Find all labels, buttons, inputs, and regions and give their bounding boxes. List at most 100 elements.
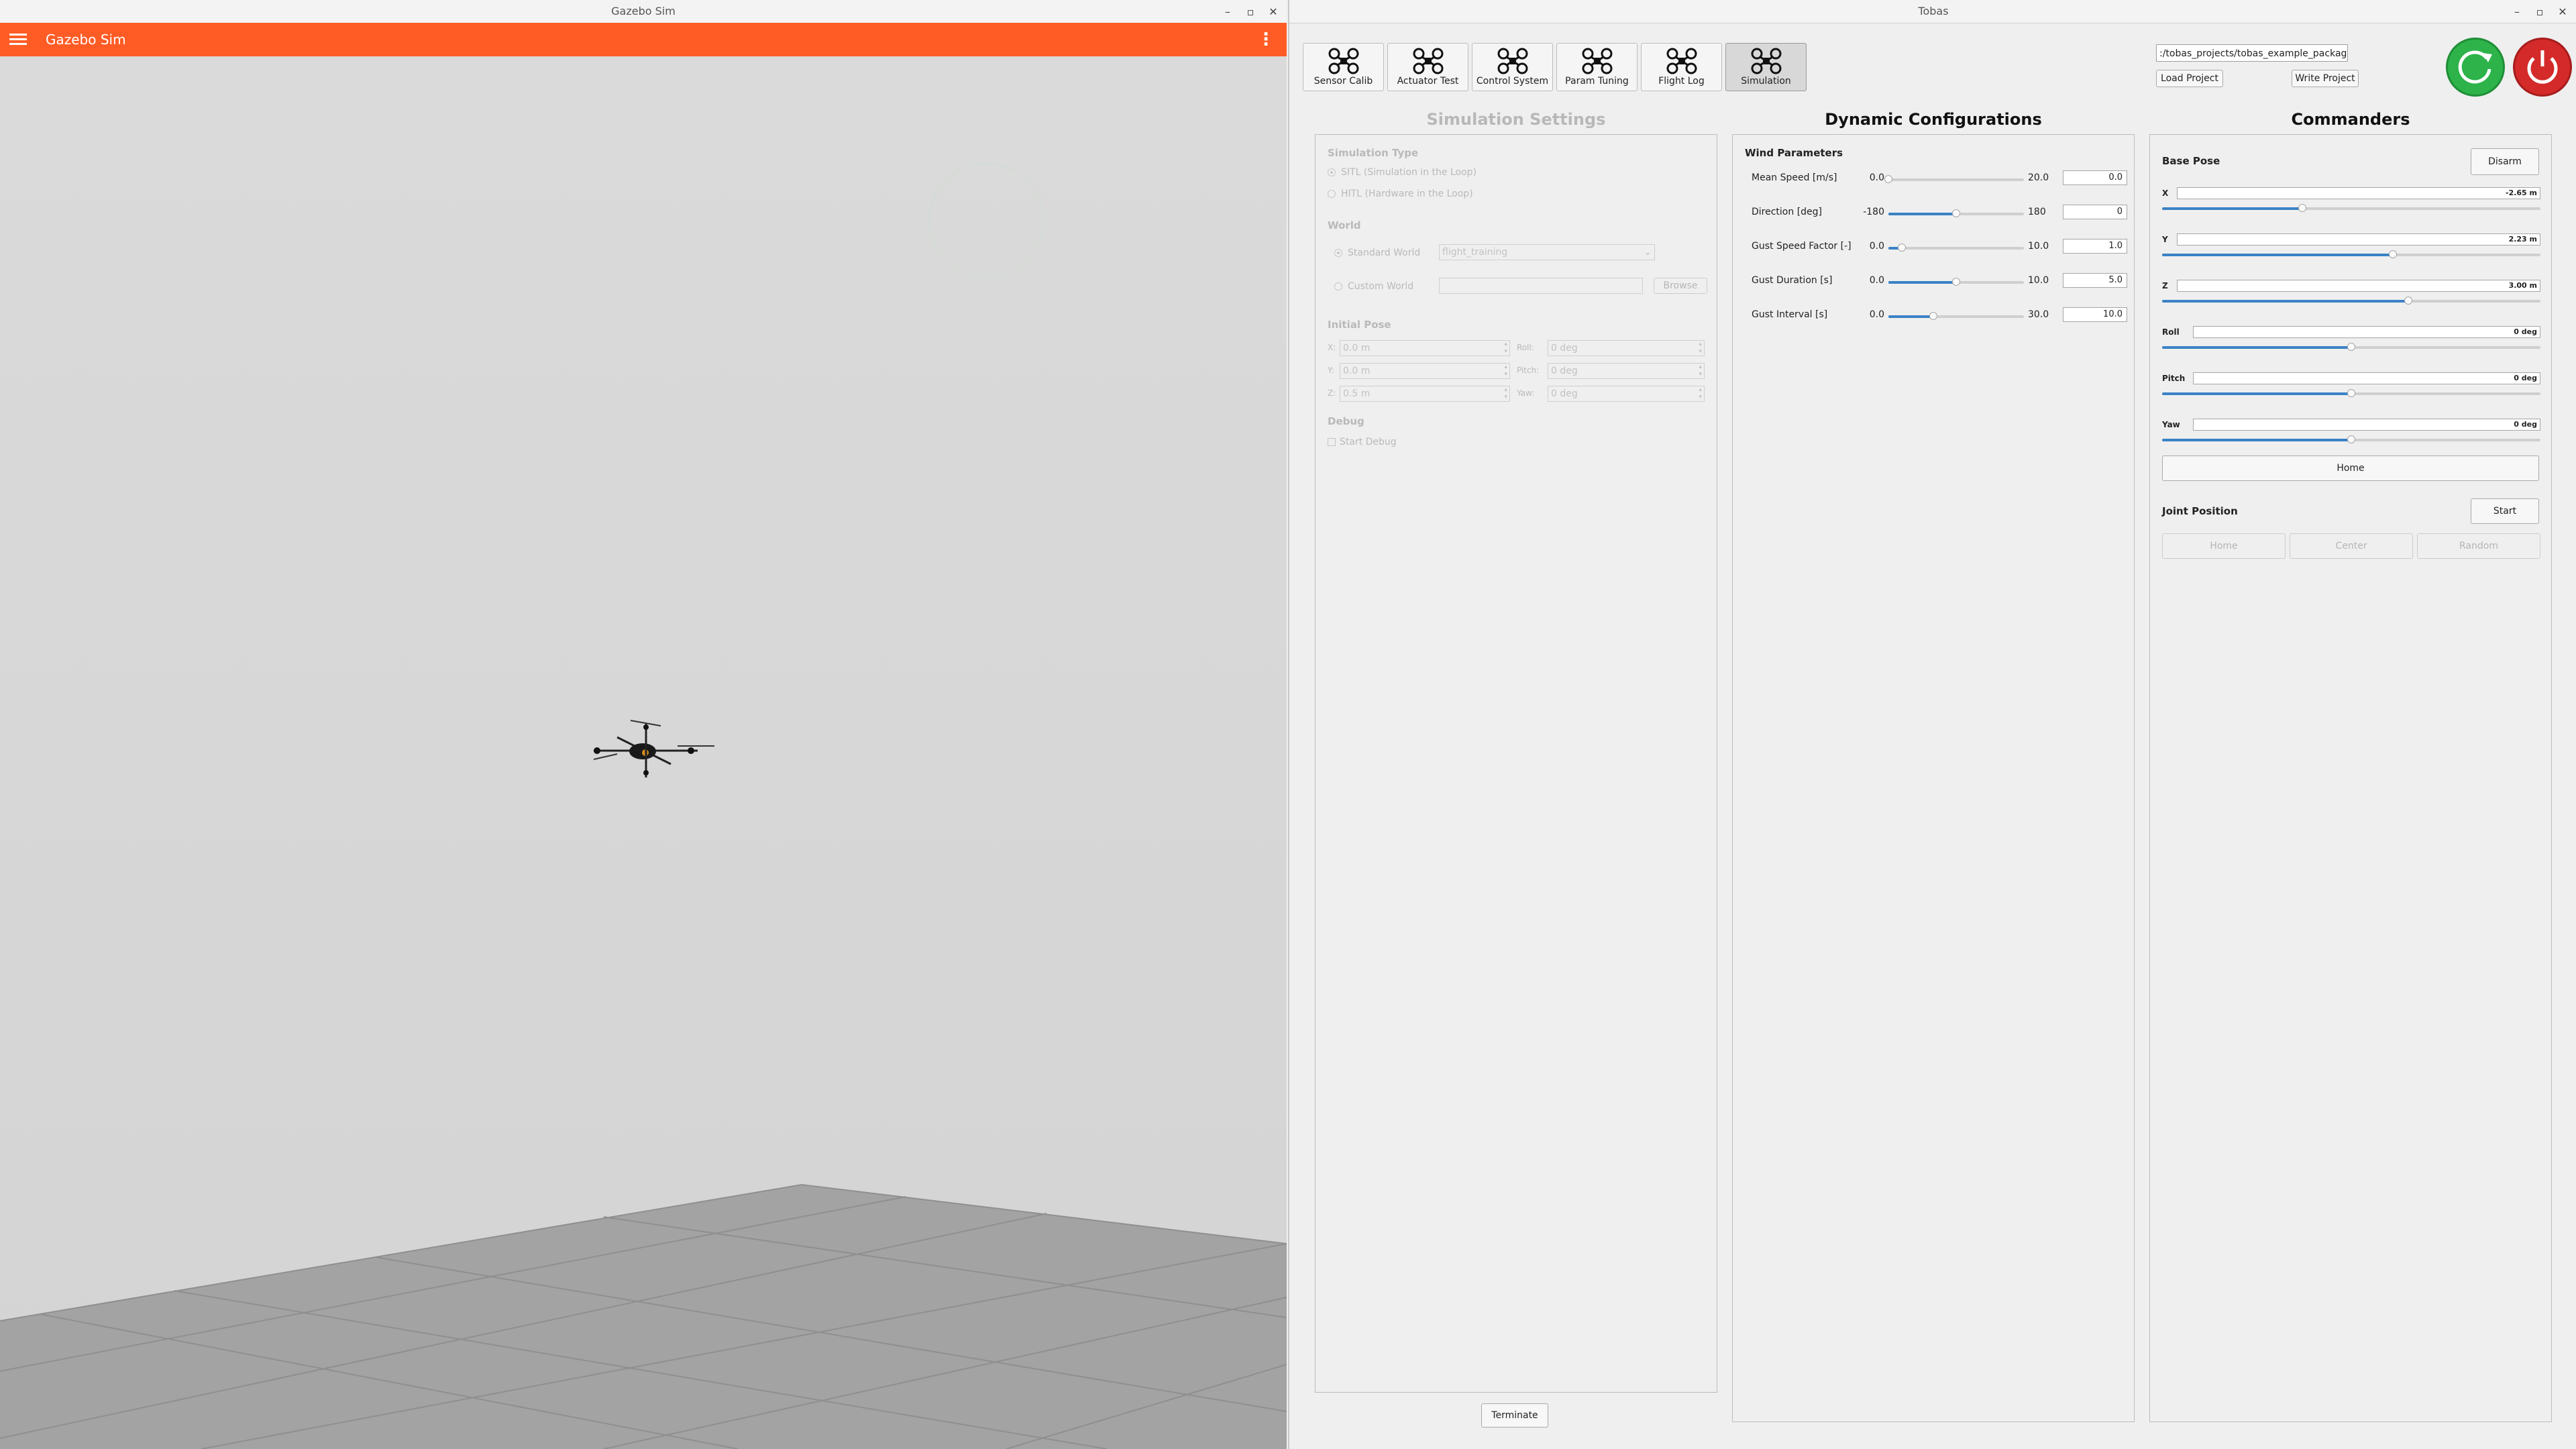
hamburger-menu-icon[interactable]: [9, 31, 27, 48]
disarm-button[interactable]: Disarm: [2471, 148, 2539, 175]
minimize-icon[interactable]: –: [1222, 5, 1233, 18]
pose-x-spinbox[interactable]: 0.0 m ▴ ▾: [1340, 340, 1510, 356]
gust-speed-factor-slider[interactable]: [1888, 244, 2024, 252]
standard-world-label: Standard World: [1348, 248, 1421, 258]
drone-icon: [1582, 48, 1612, 74]
gust-duration-s-slider[interactable]: [1888, 278, 2024, 286]
browse-button[interactable]: Browse: [1654, 278, 1707, 294]
axis-yaw-label: Yaw: [2162, 420, 2180, 429]
pose-yaw-spinbox[interactable]: 0 deg ▴ ▾: [1548, 386, 1705, 402]
close-icon[interactable]: ✕: [1268, 5, 1279, 18]
simulation-type-label: Simulation Type: [1328, 147, 1419, 159]
gust-duration-s-slider-fill: [1888, 281, 1956, 284]
start-debug-checkbox[interactable]: [1328, 438, 1336, 446]
gust-duration-s-label: Gust Duration [s]: [1752, 275, 1833, 286]
project-path-field[interactable]: :/tobas_projects/tobas_example_packages/…: [2156, 44, 2348, 62]
write-project-button[interactable]: Write Project: [2292, 70, 2359, 87]
direction-deg-slider[interactable]: [1888, 209, 2024, 217]
gust-duration-s-max-label: 10.0: [2028, 275, 2049, 286]
axis-x-slider[interactable]: [2162, 204, 2540, 212]
standard-world-radio[interactable]: [1334, 249, 1342, 257]
terminate-button[interactable]: Terminate: [1481, 1403, 1548, 1428]
gust-duration-s-value-input[interactable]: 5.0: [2063, 273, 2127, 288]
joint-home-button[interactable]: Home: [2162, 533, 2286, 559]
pose-y-spinbox[interactable]: 0.0 m ▴ ▾: [1340, 363, 1510, 379]
axis-x-value-input[interactable]: -2.65 m: [2177, 187, 2540, 199]
pose-pitch-spinbox[interactable]: 0 deg ▴ ▾: [1548, 363, 1705, 379]
standard-world-select[interactable]: flight_training ⌄: [1439, 244, 1655, 260]
pose-roll-spinbox[interactable]: 0 deg ▴ ▾: [1548, 340, 1705, 356]
load-project-button[interactable]: Load Project: [2156, 70, 2223, 87]
gust-speed-factor-value-input[interactable]: 1.0: [2063, 239, 2127, 254]
world-label: World: [1328, 219, 1361, 231]
axis-pitch-slider-handle[interactable]: [2347, 389, 2355, 397]
maximize-icon[interactable]: ▫: [2534, 5, 2545, 18]
custom-world-path-input[interactable]: [1439, 278, 1643, 294]
mean-speed-m-s-slider-handle[interactable]: [1884, 175, 1892, 183]
mean-speed-m-s-max-label: 20.0: [2028, 172, 2049, 183]
axis-pitch-slider-fill: [2162, 392, 2351, 395]
hitl-radio[interactable]: [1328, 190, 1336, 198]
toolbar-button-label: Param Tuning: [1565, 76, 1629, 87]
shutdown-button[interactable]: [2513, 38, 2572, 97]
start-debug-label: Start Debug: [1340, 437, 1397, 447]
pose-z-spinbox[interactable]: 0.5 m ▴ ▾: [1340, 386, 1510, 402]
axis-roll-slider-handle[interactable]: [2347, 343, 2355, 351]
axis-x-slider-handle[interactable]: [2298, 204, 2306, 212]
direction-deg-value-input[interactable]: 0: [2063, 205, 2127, 219]
simulation-settings-panel: Simulation Type SITL (Simulation in the …: [1315, 134, 1717, 1393]
toolbar-button-sensor-calib[interactable]: Sensor Calib: [1303, 43, 1384, 91]
direction-deg-slider-fill: [1888, 213, 1956, 215]
custom-world-radio[interactable]: [1334, 282, 1342, 290]
more-vert-icon[interactable]: ⋮: [1257, 23, 1275, 56]
axis-z-slider[interactable]: [2162, 297, 2540, 305]
mean-speed-m-s-value-input[interactable]: 0.0: [2063, 170, 2127, 185]
spinbox-arrows-icon: ▴ ▾: [1504, 386, 1507, 400]
toolbar-button-label: Control System: [1476, 76, 1549, 87]
axis-roll-value-input[interactable]: 0 deg: [2193, 326, 2540, 338]
gust-duration-s-slider-handle[interactable]: [1952, 278, 1960, 286]
minimize-icon[interactable]: –: [2512, 5, 2522, 18]
axis-z-value-input[interactable]: 3.00 m: [2177, 280, 2540, 292]
axis-y-slider[interactable]: [2162, 250, 2540, 258]
dynamic-configurations-title: Dynamic Configurations: [1825, 110, 2042, 129]
toolbar-button-flight-log[interactable]: Flight Log: [1641, 43, 1722, 91]
axis-y-value-input[interactable]: 2.23 m: [2177, 233, 2540, 246]
sitl-radio[interactable]: [1328, 168, 1336, 176]
maximize-icon[interactable]: ▫: [1245, 5, 1256, 18]
axis-roll-slider[interactable]: [2162, 343, 2540, 351]
axis-yaw-slider-handle[interactable]: [2347, 435, 2355, 443]
axis-y-slider-handle[interactable]: [2389, 250, 2398, 258]
toolbar-button-actuator-test[interactable]: Actuator Test: [1387, 43, 1468, 91]
gazebo-3d-viewport[interactable]: [0, 56, 1287, 1449]
toolbar-button-control-system[interactable]: Control System: [1472, 43, 1553, 91]
axis-z-slider-fill: [2162, 300, 2408, 303]
gust-interval-s-min-label: 0.0: [1869, 309, 1884, 320]
toolbar-button-param-tuning[interactable]: Param Tuning: [1556, 43, 1638, 91]
axis-pitch-value-input[interactable]: 0 deg: [2193, 372, 2540, 384]
drone-icon: [1328, 48, 1358, 74]
toolbar-button-simulation[interactable]: Simulation: [1725, 43, 1807, 91]
close-icon[interactable]: ✕: [2557, 5, 2568, 18]
gust-interval-s-max-label: 30.0: [2028, 309, 2049, 320]
restart-button[interactable]: [2446, 38, 2505, 97]
axis-roll-label: Roll: [2162, 327, 2180, 337]
axis-yaw-slider[interactable]: [2162, 435, 2540, 443]
axis-yaw-value-input[interactable]: 0 deg: [2193, 419, 2540, 431]
home-button[interactable]: Home: [2162, 455, 2539, 481]
axis-z-slider-handle[interactable]: [2404, 297, 2412, 305]
mean-speed-m-s-slider[interactable]: [1884, 175, 2024, 183]
gust-speed-factor-slider-handle[interactable]: [1898, 244, 1907, 252]
gust-interval-s-value-input[interactable]: 10.0: [2063, 307, 2127, 322]
axis-pitch-slider[interactable]: [2162, 389, 2540, 397]
gust-interval-s-slider[interactable]: [1888, 312, 2024, 320]
direction-deg-slider-handle[interactable]: [1952, 209, 1960, 217]
gazebo-window-title: Gazebo Sim: [611, 5, 676, 17]
joint-center-button[interactable]: Center: [2290, 533, 2413, 559]
start-button[interactable]: Start: [2471, 498, 2539, 524]
gust-interval-s-slider-handle[interactable]: [1929, 312, 1938, 320]
axis-z-label: Z: [2162, 281, 2168, 290]
toolbar-button-label: Sensor Calib: [1313, 76, 1373, 87]
joint-random-button[interactable]: Random: [2417, 533, 2540, 559]
spinbox-arrows-icon: ▴ ▾: [1699, 341, 1702, 355]
